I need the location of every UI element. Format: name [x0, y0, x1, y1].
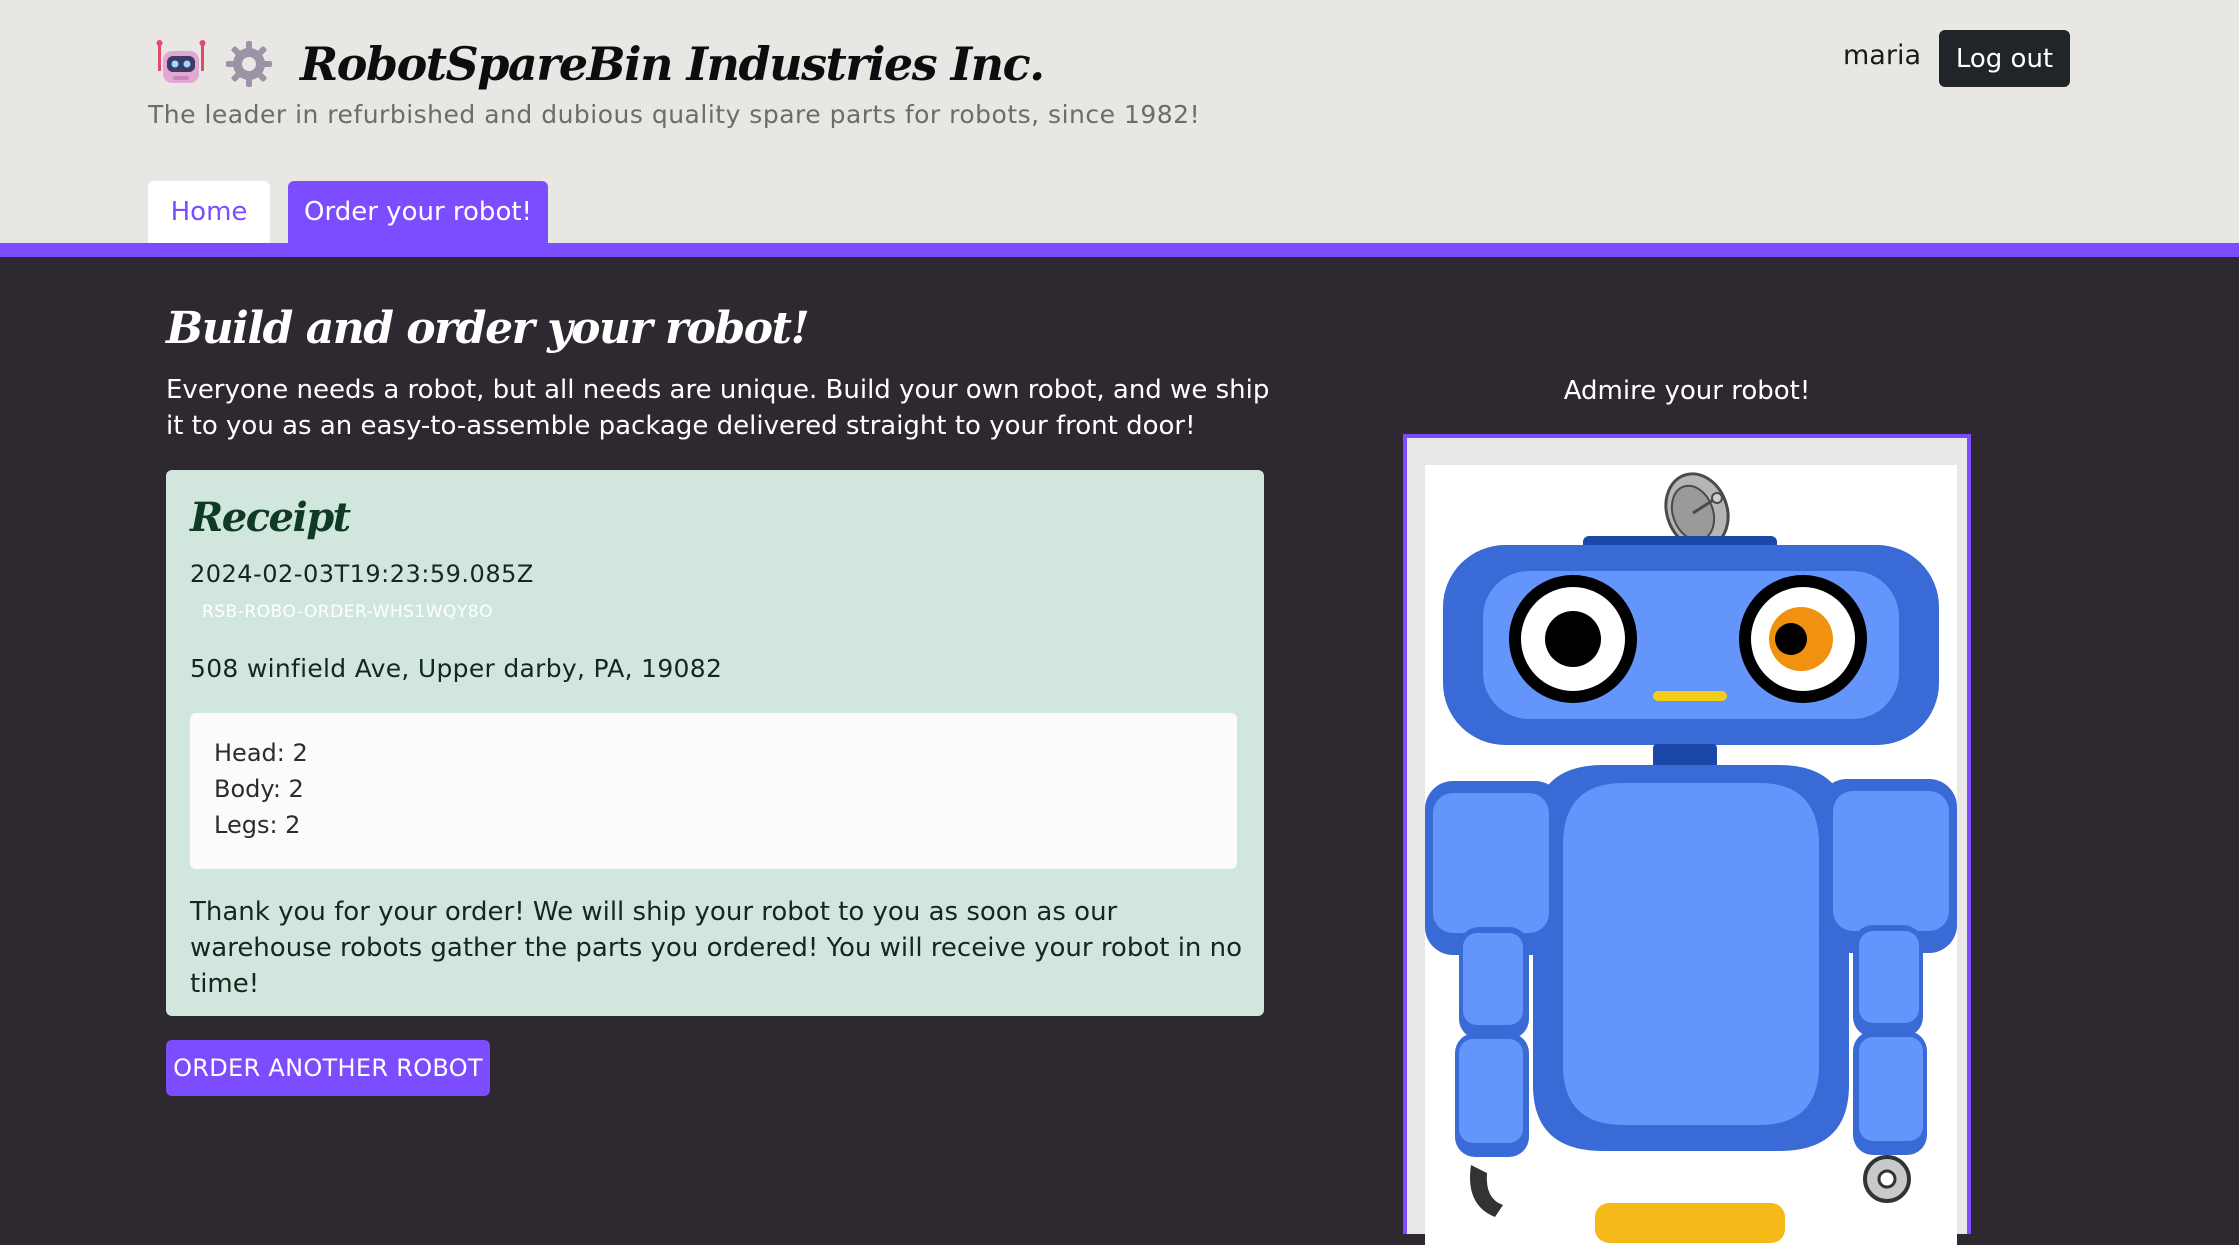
page-title: Build and order your robot!: [166, 303, 810, 354]
tab-order-your-robot[interactable]: Order your robot!: [288, 181, 548, 243]
robot-icon: [156, 40, 206, 83]
receipt-timestamp: 2024-02-03T19:23:59.085Z: [190, 560, 534, 588]
site-header: RobotSpareBin Industries Inc. The leader…: [0, 0, 2239, 243]
order-id: RSB-ROBO-ORDER-WHS1WQY8O: [202, 602, 493, 622]
parts-list: Head: 2 Body: 2 Legs: 2: [190, 713, 1237, 869]
robot-head: [1443, 536, 1939, 745]
shipping-address: 508 winfield Ave, Upper darby, PA, 19082: [190, 654, 723, 683]
company-name: RobotSpareBin Industries Inc.: [300, 37, 1045, 91]
tab-home[interactable]: Home: [148, 181, 270, 243]
part-legs: Legs: 2: [214, 811, 301, 839]
preview-label: Admire your robot!: [1563, 376, 1811, 406]
robot-preview: [1403, 434, 1971, 1245]
robot-image: [1425, 465, 1957, 1245]
username: maria: [1843, 40, 1921, 71]
robot-body: [1533, 765, 1849, 1151]
tagline: The leader in refurbished and dubious qu…: [148, 100, 1201, 129]
brand: RobotSpareBin Industries Inc.: [154, 34, 1045, 94]
robot-legs: [1595, 1203, 1785, 1243]
thank-you-message: Thank you for your order! We will ship y…: [190, 897, 1243, 999]
accent-divider: [0, 243, 2239, 257]
receipt-panel: Receipt 2024-02-03T19:23:59.085Z RSB-ROB…: [166, 470, 1264, 1016]
gear-icon: [226, 41, 272, 87]
order-another-robot-button[interactable]: ORDER ANOTHER ROBOT: [166, 1040, 490, 1096]
part-body: Body: 2: [214, 775, 304, 803]
receipt-title: Receipt: [190, 494, 351, 541]
part-head: Head: 2: [214, 739, 308, 767]
logout-button[interactable]: Log out: [1939, 30, 2070, 87]
intro-text: Everyone needs a robot, but all needs ar…: [166, 375, 1270, 441]
